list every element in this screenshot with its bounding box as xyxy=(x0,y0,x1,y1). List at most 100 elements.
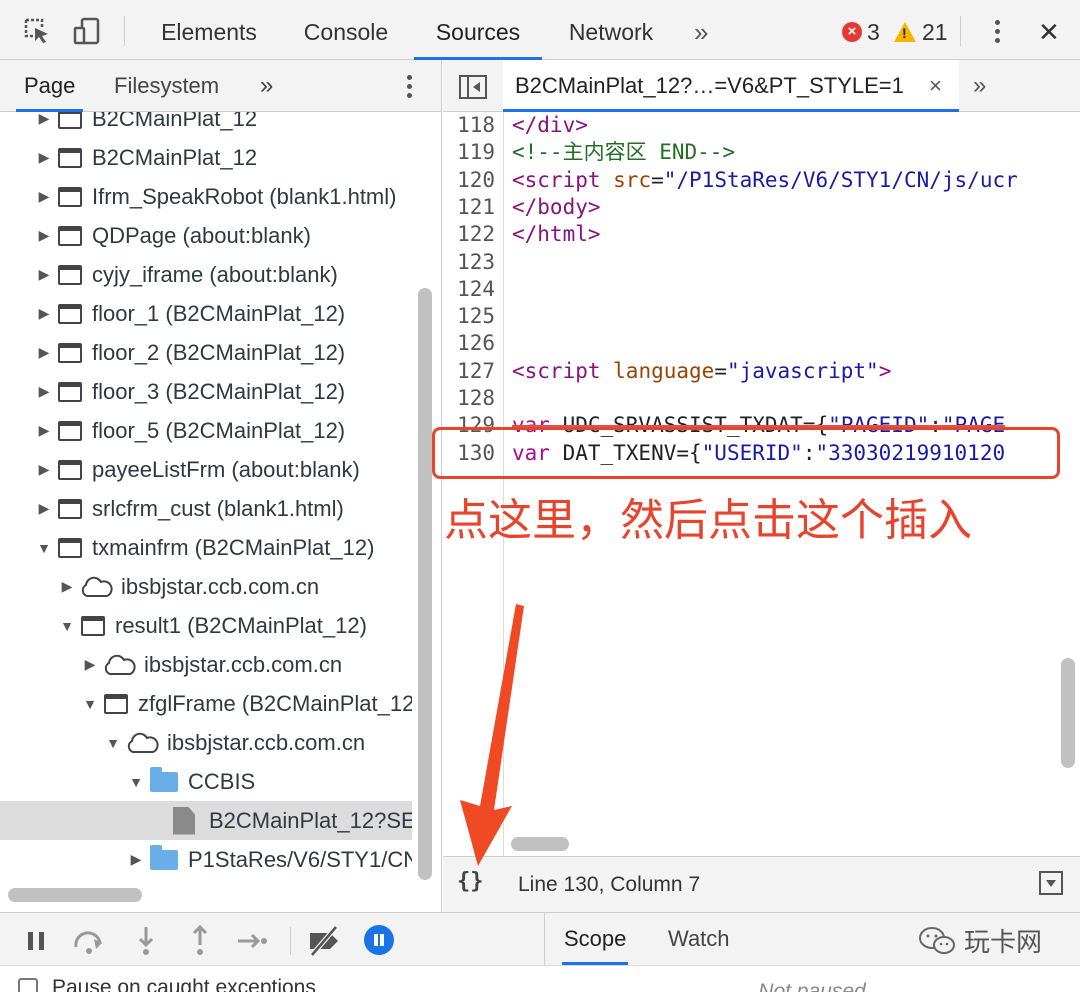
line-number[interactable]: 122 xyxy=(451,221,495,248)
line-number[interactable]: 126 xyxy=(451,330,495,357)
frame-icon xyxy=(58,112,82,129)
error-count-badge[interactable]: × 3 xyxy=(842,18,880,46)
collapsed-triangle-icon[interactable]: ▶ xyxy=(34,500,54,517)
tree-item[interactable]: ▶ payeeListFrm (about:blank) xyxy=(0,450,412,489)
collapsed-triangle-icon[interactable]: ▶ xyxy=(34,227,54,244)
line-number[interactable]: 119 xyxy=(451,139,495,166)
code-line[interactable]: 121 </body> xyxy=(443,194,1080,221)
deactivate-breakpoints-icon[interactable] xyxy=(306,925,344,957)
code-line[interactable]: 128 xyxy=(443,385,1080,412)
step-over-icon[interactable] xyxy=(72,925,106,957)
collapsed-triangle-icon[interactable]: ▶ xyxy=(34,188,54,205)
tree-item[interactable]: ▶ Ifrm_SpeakRobot (blank1.html) xyxy=(0,177,412,216)
tab-page[interactable]: Page xyxy=(16,60,84,112)
tab-sources[interactable]: Sources xyxy=(414,0,542,60)
tab-elements[interactable]: Elements xyxy=(148,0,270,60)
line-number[interactable]: 123 xyxy=(451,249,495,276)
tree-item[interactable]: ▶ floor_1 (B2CMainPlat_12) xyxy=(0,294,412,333)
tree-item[interactable]: ▼ result1 (B2CMainPlat_12) xyxy=(0,606,412,645)
collapsed-triangle-icon[interactable]: ▶ xyxy=(34,149,54,166)
line-number[interactable]: 120 xyxy=(451,167,495,194)
tab-console[interactable]: Console xyxy=(290,0,402,60)
code-line[interactable]: 119 <!--主内容区 END--> xyxy=(443,139,1080,166)
collapsed-triangle-icon[interactable]: ▶ xyxy=(34,112,54,127)
code-line[interactable]: 118 </div> xyxy=(443,112,1080,139)
tree-item[interactable]: B2CMainPlat_12?SERVLET xyxy=(0,801,412,840)
tree-item[interactable]: ▶ B2CMainPlat_12 xyxy=(0,112,412,138)
line-number[interactable]: 127 xyxy=(451,358,495,385)
line-number[interactable]: 125 xyxy=(451,303,495,330)
warning-count-badge[interactable]: ! 21 xyxy=(894,18,948,46)
pause-on-caught-checkbox[interactable] xyxy=(18,978,38,992)
step-icon[interactable] xyxy=(236,925,270,957)
collapsed-triangle-icon[interactable]: ▶ xyxy=(34,344,54,361)
toggle-drawer-icon[interactable] xyxy=(1039,871,1063,895)
collapsed-triangle-icon[interactable]: ▶ xyxy=(80,656,100,673)
tree-item[interactable]: ▼ ibsbjstar.ccb.com.cn xyxy=(0,723,412,762)
tree-item[interactable]: ▶ srlcfrm_cust (blank1.html) xyxy=(0,489,412,528)
collapsed-triangle-icon[interactable]: ▶ xyxy=(34,266,54,283)
collapsed-triangle-icon[interactable]: ▶ xyxy=(34,305,54,322)
tab-filesystem[interactable]: Filesystem xyxy=(114,60,219,112)
tree-item[interactable]: ▼ txmainfrm (B2CMainPlat_12) xyxy=(0,528,412,567)
collapsed-triangle-icon[interactable]: ▶ xyxy=(34,422,54,439)
expanded-triangle-icon[interactable]: ▼ xyxy=(103,735,123,751)
tree-item[interactable]: ▶ ibsbjstar.ccb.com.cn xyxy=(0,567,412,606)
code-line[interactable]: 124 xyxy=(443,276,1080,303)
line-number[interactable]: 121 xyxy=(451,194,495,221)
tree-item[interactable]: ▶ floor_5 (B2CMainPlat_12) xyxy=(0,411,412,450)
tree-item[interactable]: ▶ P1StaRes/V6/STY1/CN xyxy=(0,840,412,879)
editor-more-chevron-icon[interactable]: » xyxy=(973,60,986,112)
device-toolbar-icon[interactable] xyxy=(72,16,102,46)
editor-tab-file[interactable]: B2CMainPlat_12?…=V6&PT_STYLE=1 xyxy=(503,60,959,112)
pretty-print-button[interactable]: {} xyxy=(457,869,484,894)
tree-item[interactable]: ▶ B2CMainPlat_12 xyxy=(0,138,412,177)
pause-icon[interactable] xyxy=(28,932,44,950)
navigator-horizontal-scrollbar[interactable] xyxy=(8,888,142,902)
error-count: 3 xyxy=(867,18,880,45)
collapsed-triangle-icon[interactable]: ▶ xyxy=(34,461,54,478)
expanded-triangle-icon[interactable]: ▼ xyxy=(57,618,77,634)
code-token: <script xyxy=(512,167,614,192)
editor-vertical-scrollbar[interactable] xyxy=(1061,658,1075,768)
toggle-navigator-icon[interactable] xyxy=(459,75,487,99)
code-line[interactable]: 120 <script src="/P1StaRes/V6/STY1/CN/js/… xyxy=(443,167,1080,194)
code-line[interactable]: 123 xyxy=(443,249,1080,276)
tree-item[interactable]: ▶ QDPage (about:blank) xyxy=(0,216,412,255)
customize-menu-icon[interactable] xyxy=(982,16,1012,46)
tree-item[interactable]: ▼ zfglFrame (B2CMainPlat_12) xyxy=(0,684,412,723)
more-tabs-chevron-icon[interactable]: » xyxy=(694,0,708,60)
frame-icon xyxy=(58,225,82,246)
code-line[interactable]: 125 xyxy=(443,303,1080,330)
navigator-more-chevron-icon[interactable]: » xyxy=(260,60,273,112)
navigator-menu-icon[interactable] xyxy=(394,71,424,101)
tree-item[interactable]: ▶ ibsbjstar.ccb.com.cn xyxy=(0,645,412,684)
line-number[interactable]: 128 xyxy=(451,385,495,412)
code-line[interactable]: 122 </html> xyxy=(443,221,1080,248)
tree-item[interactable]: ▼ CCBIS xyxy=(0,762,412,801)
editor-tabs: B2CMainPlat_12?…=V6&PT_STYLE=1 × » xyxy=(443,60,1080,112)
collapsed-triangle-icon[interactable]: ▶ xyxy=(34,383,54,400)
close-devtools-icon[interactable]: ✕ xyxy=(1038,0,1060,60)
inspect-element-icon[interactable] xyxy=(22,16,52,46)
code-line[interactable]: 126 xyxy=(443,330,1080,357)
expanded-triangle-icon[interactable]: ▼ xyxy=(34,540,54,556)
expanded-triangle-icon[interactable]: ▼ xyxy=(126,774,146,790)
expanded-triangle-icon[interactable]: ▼ xyxy=(80,696,100,712)
tree-item[interactable]: ▶ cyjy_iframe (about:blank) xyxy=(0,255,412,294)
close-tab-icon[interactable]: × xyxy=(929,60,942,112)
tree-item[interactable]: ▶ floor_2 (B2CMainPlat_12) xyxy=(0,333,412,372)
tab-watch[interactable]: Watch xyxy=(668,913,730,965)
tab-network[interactable]: Network xyxy=(556,0,666,60)
tab-scope[interactable]: Scope xyxy=(562,913,629,965)
step-out-icon[interactable] xyxy=(186,925,214,957)
line-number[interactable]: 118 xyxy=(451,112,495,139)
collapsed-triangle-icon[interactable]: ▶ xyxy=(126,851,146,868)
step-into-icon[interactable] xyxy=(132,925,160,957)
navigator-vertical-scrollbar[interactable] xyxy=(418,288,432,880)
code-line[interactable]: 127 <script language="javascript"> xyxy=(443,358,1080,385)
pause-on-exceptions-icon[interactable] xyxy=(364,925,394,955)
collapsed-triangle-icon[interactable]: ▶ xyxy=(57,578,77,595)
line-number[interactable]: 124 xyxy=(451,276,495,303)
tree-item[interactable]: ▶ floor_3 (B2CMainPlat_12) xyxy=(0,372,412,411)
